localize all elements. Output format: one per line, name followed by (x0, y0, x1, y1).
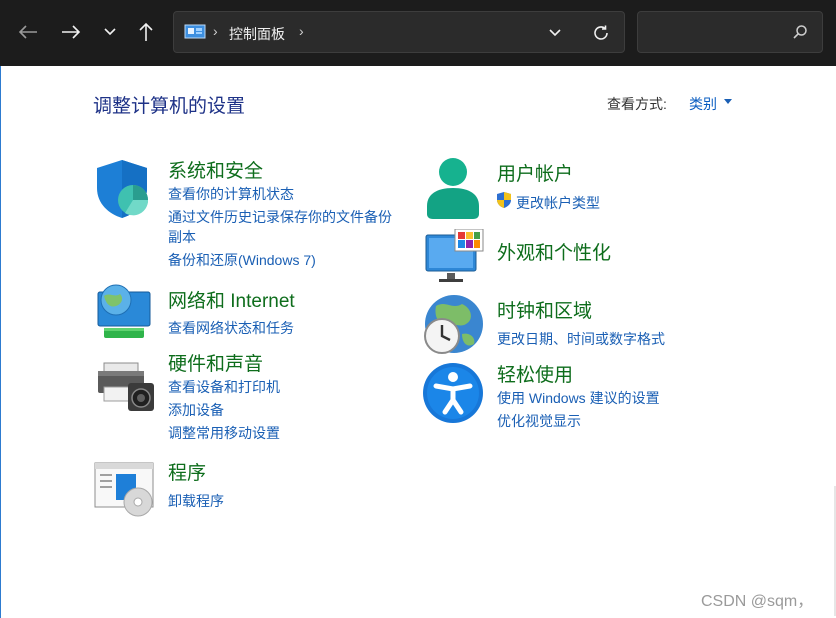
network-globe-icon[interactable] (94, 282, 154, 342)
control-panel-icon (184, 24, 206, 45)
recent-locations-button[interactable] (92, 14, 128, 50)
link-windows-recommended-settings[interactable]: 使用 Windows 建议的设置 (497, 388, 660, 408)
link-add-device[interactable]: 添加设备 (168, 400, 224, 420)
view-by-dropdown[interactable]: 类别 (689, 94, 717, 114)
breadcrumb-separator[interactable]: › (299, 23, 304, 39)
refresh-button[interactable] (590, 22, 612, 44)
shield-icon[interactable] (95, 158, 153, 220)
link-devices-printers[interactable]: 查看设备和打印机 (168, 377, 280, 397)
printer-camera-icon[interactable] (96, 361, 156, 413)
link-uninstall-program[interactable]: 卸载程序 (168, 491, 224, 511)
uac-shield-icon (497, 192, 511, 208)
category-hardware-sound[interactable]: 硬件和声音 (168, 349, 263, 376)
arrow-right-icon (62, 25, 81, 39)
category-programs[interactable]: 程序 (168, 458, 206, 485)
control-panel-content: 调整计算机的设置 查看方式: 类别 系统和安全 查看你的计算机状态 通过文件历史… (0, 66, 836, 618)
address-dropdown-button[interactable] (544, 22, 566, 44)
link-backup-restore[interactable]: 备份和还原(Windows 7) (168, 250, 316, 270)
search-input[interactable] (646, 20, 790, 46)
view-by-label: 查看方式: (607, 96, 667, 112)
up-button[interactable] (128, 14, 164, 50)
link-change-account-type[interactable]: 更改帐户类型 (516, 193, 600, 213)
chevron-down-icon (549, 29, 561, 37)
forward-button[interactable] (53, 14, 89, 50)
caret-down-icon[interactable] (724, 99, 732, 104)
refresh-icon (594, 25, 608, 40)
search-icon[interactable] (792, 24, 808, 45)
page-title: 调整计算机的设置 (93, 96, 246, 117)
category-system-security[interactable]: 系统和安全 (168, 156, 263, 183)
breadcrumb-separator: › (213, 23, 218, 39)
link-view-computer-status[interactable]: 查看你的计算机状态 (168, 184, 294, 204)
link-network-status[interactable]: 查看网络状态和任务 (168, 318, 294, 338)
back-button[interactable] (10, 14, 46, 50)
accessibility-icon[interactable] (422, 362, 484, 424)
search-box[interactable] (637, 11, 823, 53)
category-user-accounts[interactable]: 用户帐户 (497, 159, 573, 186)
clock-globe-icon[interactable] (422, 294, 484, 356)
watermark: CSDN @sqm， (701, 593, 814, 610)
address-bar[interactable]: › 控制面板 › (173, 11, 625, 53)
link-change-date-time-format[interactable]: 更改日期、时间或数字格式 (497, 329, 665, 349)
category-appearance-personalization[interactable]: 外观和个性化 (497, 238, 611, 265)
link-mobility-settings[interactable]: 调整常用移动设置 (168, 423, 280, 443)
programs-icon[interactable] (94, 462, 156, 518)
category-clock-region[interactable]: 时钟和区域 (497, 296, 592, 323)
user-account-icon[interactable] (425, 158, 481, 220)
navigation-bar: › 控制面板 › (0, 0, 836, 66)
link-file-history-backup[interactable]: 通过文件历史记录保存你的文件备份 (168, 207, 392, 227)
breadcrumb-control-panel[interactable]: 控制面板 (229, 24, 285, 44)
arrow-up-icon (139, 22, 153, 41)
category-network-internet[interactable]: 网络和 Internet (168, 286, 295, 313)
appearance-monitor-icon[interactable] (425, 229, 485, 283)
category-ease-of-access[interactable]: 轻松使用 (497, 360, 573, 387)
link-optimize-visual-display[interactable]: 优化视觉显示 (497, 411, 581, 431)
link-file-history-backup-cont[interactable]: 副本 (168, 227, 196, 247)
chevron-down-icon (104, 28, 116, 36)
arrow-left-icon (18, 25, 37, 39)
